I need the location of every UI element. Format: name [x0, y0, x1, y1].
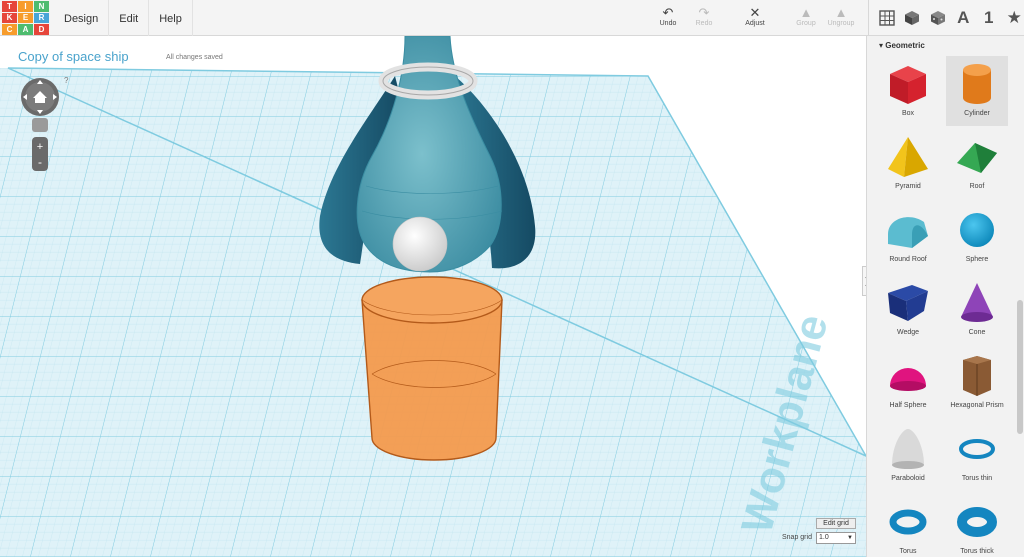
shape-label: Sphere	[965, 256, 989, 263]
menu-help[interactable]: Help	[149, 0, 193, 36]
group-label: Group	[796, 20, 816, 27]
help-icon[interactable]: ?	[64, 76, 68, 85]
workplane-canvas[interactable]: Workplane + - Copy of space ship All cha…	[0, 36, 866, 557]
logo-letter: C	[2, 24, 17, 35]
logo-letter: E	[18, 12, 33, 23]
torus-thin-icon	[959, 439, 995, 459]
zoom-in-icon: +	[37, 141, 43, 153]
undo-label: Undo	[659, 20, 677, 27]
shape-label: Wedge	[896, 329, 920, 336]
shape-label: Pyramid	[895, 183, 921, 190]
round-roof-icon	[888, 217, 928, 248]
shape-cylinder[interactable]: Cylinder	[946, 56, 1008, 126]
shape-round-roof[interactable]: Round Roof	[877, 202, 939, 272]
logo-letter: D	[34, 24, 49, 35]
shape-box[interactable]: Box	[877, 56, 939, 126]
torus-icon	[889, 509, 927, 535]
ungroup-button[interactable]: ▲ Ungroup	[821, 5, 861, 28]
shape-torus-thick[interactable]: Torus thick	[946, 494, 1008, 557]
shape-label: Box	[901, 110, 915, 117]
adjust-label: Adjust	[745, 20, 765, 27]
design-title[interactable]: Copy of space ship	[18, 49, 129, 64]
panel-switcher: A 1 ★	[868, 0, 1024, 36]
snap-grid-select[interactable]: 1.0 ▼	[816, 532, 856, 544]
undo-button[interactable]: ↶ Undo	[648, 5, 688, 28]
snap-grid-value: 1.0	[819, 534, 829, 541]
tinkercad-app: T I N K E R C A D Design Edit Help ↶ Und…	[0, 0, 1024, 557]
save-status: All changes saved	[166, 54, 223, 61]
redo-button[interactable]: ↷ Redo	[684, 5, 724, 28]
shape-paraboloid[interactable]: Paraboloid	[877, 421, 939, 491]
textured-cube-icon[interactable]	[928, 7, 948, 29]
ungroup-icon: ▲	[834, 5, 848, 20]
main-menu: Design Edit Help	[54, 0, 193, 36]
shape-label: Roof	[969, 183, 985, 190]
snap-grid-label: Snap grid	[782, 534, 812, 541]
logo-letter: T	[2, 1, 17, 12]
ungroup-label: Ungroup	[827, 20, 855, 27]
shape-cone[interactable]: Cone	[946, 275, 1008, 345]
scene-svg: Workplane + -	[0, 36, 866, 557]
adjust-icon: ✕	[749, 5, 761, 20]
tinkercad-logo[interactable]: T I N K E R C A D	[2, 1, 50, 35]
shape-label: Paraboloid	[891, 475, 925, 482]
sphere-icon	[960, 213, 994, 247]
shape-label: Round Roof	[889, 256, 927, 263]
shape-label: Cone	[968, 329, 986, 336]
cylinder-object[interactable]	[361, 276, 503, 461]
fit-view-icon	[32, 118, 48, 132]
top-toolbar: T I N K E R C A D Design Edit Help ↶ Und…	[0, 0, 1024, 36]
shape-label: Torus thin	[961, 475, 993, 482]
redo-label: Redo	[695, 20, 713, 27]
adjust-button[interactable]: ✕ Adjust	[735, 5, 775, 28]
group-button[interactable]: ▲ Group	[786, 5, 826, 28]
spaceship[interactable]	[319, 36, 536, 273]
cube-icon[interactable]	[903, 7, 923, 29]
logo-letter: R	[34, 12, 49, 23]
cone-icon	[961, 283, 993, 322]
edit-grid-button[interactable]: Edit grid	[816, 518, 856, 529]
shape-label: Hexagonal Prism	[950, 402, 1004, 409]
shape-roof[interactable]: Roof	[946, 129, 1008, 199]
roof-icon	[957, 143, 997, 173]
torus-thick-icon	[957, 507, 997, 537]
shape-label: Torus	[899, 548, 917, 555]
cylinder-icon	[963, 64, 991, 104]
hexagonal-prism-icon	[963, 356, 991, 396]
logo-letter: N	[34, 1, 49, 12]
menu-design[interactable]: Design	[54, 0, 110, 36]
chevron-down-icon: ▼	[847, 535, 853, 541]
wedge-icon	[888, 285, 928, 321]
menu-edit[interactable]: Edit	[109, 0, 150, 36]
logo-letter: K	[2, 12, 17, 23]
undo-icon: ↶	[662, 5, 674, 20]
redo-icon: ↷	[698, 5, 710, 20]
logo-letter: I	[18, 1, 33, 12]
shape-wedge[interactable]: Wedge	[877, 275, 939, 345]
text-tool-icon[interactable]: A	[954, 7, 974, 29]
number-tool-icon[interactable]: 1	[979, 7, 999, 29]
shape-sphere[interactable]: Sphere	[946, 202, 1008, 272]
shape-pyramid[interactable]: Pyramid	[877, 129, 939, 199]
shape-hexagonal-prism[interactable]: Hexagonal Prism	[946, 348, 1008, 418]
group-icon: ▲	[799, 5, 813, 20]
shape-label: Half Sphere	[889, 402, 927, 409]
half-sphere-icon	[890, 368, 926, 391]
box-icon	[890, 66, 926, 104]
panel-scrollbar[interactable]	[1017, 300, 1023, 434]
paraboloid-icon	[892, 429, 924, 469]
shape-torus-thin[interactable]: Torus thin	[946, 421, 1008, 491]
shape-torus[interactable]: Torus	[877, 494, 939, 557]
logo-letter: A	[18, 24, 33, 35]
shapes-panel: ▾ Geometric Box Cylinder Pyramid Roof Ro…	[866, 36, 1024, 557]
shape-label: Cylinder	[964, 110, 990, 117]
shape-label: Torus thick	[960, 548, 994, 555]
star-icon[interactable]: ★	[1005, 7, 1024, 29]
grid-view-icon[interactable]	[877, 7, 897, 29]
zoom-out-icon: -	[38, 155, 42, 169]
category-label: Geometric	[885, 41, 925, 50]
pyramid-icon	[888, 137, 928, 177]
shape-half-sphere[interactable]: Half Sphere	[877, 348, 939, 418]
category-header[interactable]: ▾ Geometric	[879, 41, 925, 50]
